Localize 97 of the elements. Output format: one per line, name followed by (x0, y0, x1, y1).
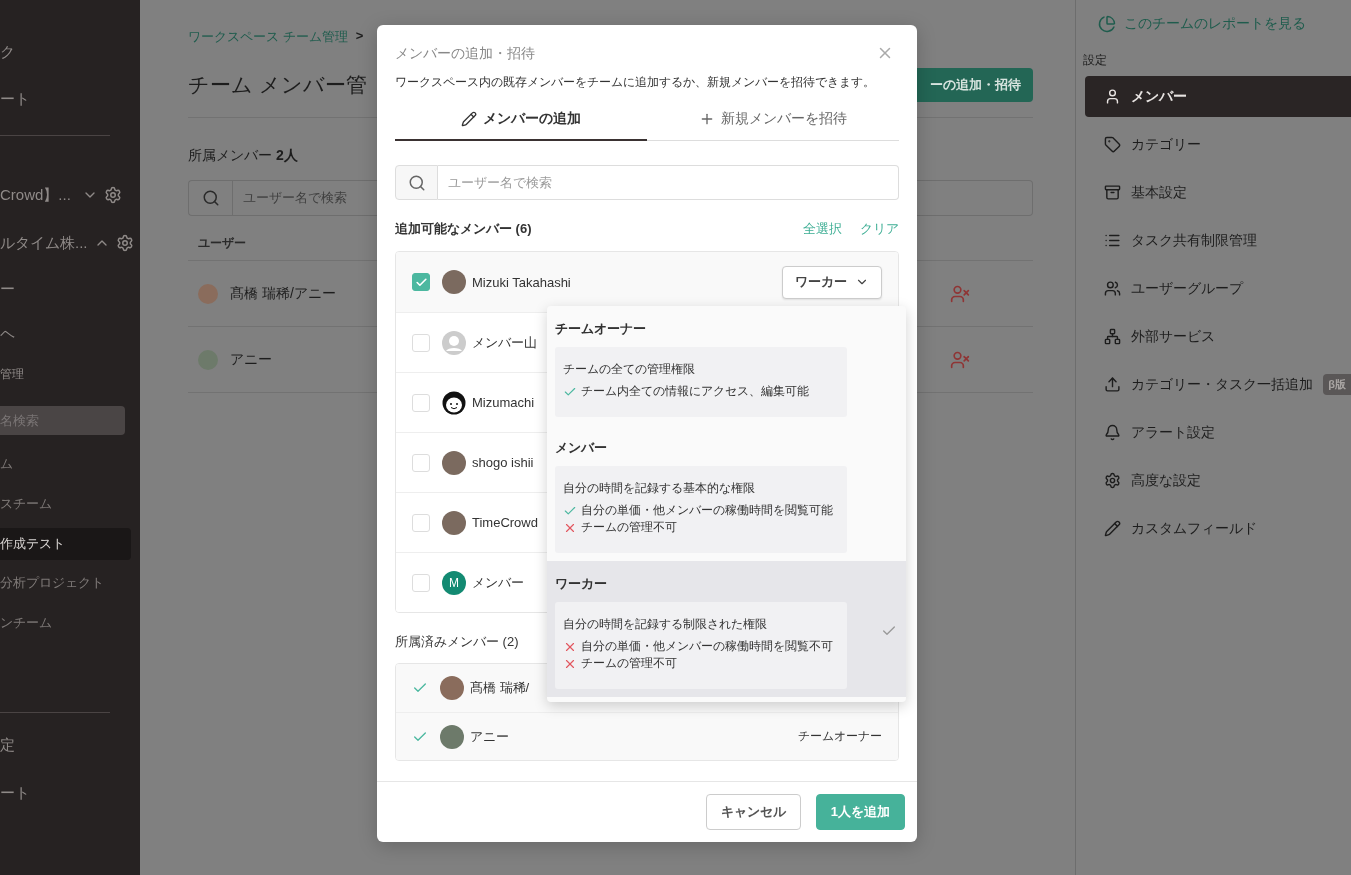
avatar-photo (440, 724, 464, 749)
role-select[interactable]: ワーカー (782, 265, 882, 299)
sidebar-link[interactable]: ク (0, 36, 140, 68)
role-option[interactable]: チームオーナー チームの全ての管理権限 チーム内全ての情報にアクセス、編集可能 (547, 306, 906, 425)
user-icon (1104, 88, 1121, 105)
member-name: shogo ishii (472, 455, 534, 470)
avatar-photo (198, 283, 218, 304)
project-item[interactable]: 分析プロジェクト (0, 567, 131, 599)
team-name[interactable]: Crowd】... (0, 185, 76, 205)
role-option[interactable]: ワーカー 自分の時間を記録する制限された権限 自分の単価・他メンバーの稼働時間を閲覧不可 チームの管理不可 (547, 561, 906, 697)
default-avatar-icon (442, 330, 466, 355)
role-title: ワーカー (555, 575, 608, 593)
member-name: メンバー山 (472, 333, 537, 352)
dialog-description: ワークスペース内の既存メンバーをチームに追加するか、新規メンバーを招待できます。 (395, 74, 876, 91)
member-name: 髙橋 瑞稀/ (470, 679, 530, 697)
role-title: メンバー (555, 439, 608, 457)
page-title: チーム メンバー管 (188, 72, 368, 98)
tag-icon (1104, 136, 1121, 153)
tree-icon (1104, 328, 1121, 345)
list-icon (1104, 232, 1121, 249)
check-icon (414, 275, 428, 289)
tab[interactable]: 新規メンバーを招待 (647, 99, 899, 141)
avatar-initial: M (442, 570, 466, 595)
settings-nav-item[interactable]: ユーザーグループ (1085, 268, 1351, 309)
member-name: Mizuki Takahashi (472, 274, 571, 290)
pencil-icon (461, 111, 477, 127)
remove-user-icon[interactable] (950, 349, 970, 370)
role-title: チームオーナー (555, 320, 647, 338)
section-heading: 追加可能なメンバー (6) (395, 220, 532, 238)
remove-user-icon[interactable] (950, 283, 970, 304)
member-name: TimeCrowd (472, 515, 538, 530)
settings-nav-item[interactable]: カテゴリー・タスク一括追加 β版 (1085, 364, 1351, 405)
member-name: Mizumachi (472, 395, 535, 410)
sidebar-link[interactable]: ヘ (0, 318, 140, 350)
permission-text: 自分の単価・他メンバーの稼働時間を閲覧不可 (581, 638, 833, 655)
permission-text: チームの管理不可 (581, 655, 677, 672)
settings-icon[interactable] (115, 234, 134, 252)
sidebar-link[interactable]: 定 (0, 729, 140, 761)
checkbox[interactable] (412, 273, 430, 291)
project-item[interactable]: 作成テスト (0, 528, 131, 560)
upload-icon (1104, 376, 1121, 393)
search-icon (201, 189, 220, 207)
sidebar-link[interactable]: 管理 (0, 358, 140, 390)
project-item[interactable]: スチーム (0, 488, 131, 520)
sidebar-link[interactable]: ー (0, 273, 140, 305)
role-summary: 自分の時間を記録する基本的な権限 (563, 480, 756, 497)
select-all-link[interactable]: 全選択 (803, 220, 842, 238)
settings-nav-item[interactable]: アラート設定 (1085, 412, 1351, 453)
cartoon-face-icon (442, 390, 466, 415)
clear-link[interactable]: クリア (860, 220, 899, 238)
pencil-icon (1104, 520, 1121, 537)
user-name: アニー (230, 350, 272, 369)
settings-nav-item[interactable]: 外部サービス (1085, 316, 1351, 357)
member-role: チームオーナー (798, 728, 882, 745)
section-heading: 所属済みメンバー (2) (395, 633, 519, 651)
pie-chart-icon (1098, 15, 1116, 33)
role-summary: 自分の時間を記録する制限された権限 (563, 616, 768, 633)
column-header: ユーザー (197, 235, 247, 252)
dialog-title: メンバーの追加・招待 (395, 44, 535, 63)
settings-icon[interactable] (104, 186, 122, 204)
settings-nav-item[interactable]: タスク共有制限管理 (1085, 220, 1351, 261)
beta-badge: β版 (1323, 374, 1351, 395)
settings-nav-item[interactable]: メンバー (1085, 76, 1351, 117)
section-label: 設定 (1083, 52, 1108, 69)
settings-nav-item[interactable]: 高度な設定 (1085, 460, 1351, 501)
avatar-photo (442, 270, 466, 294)
member-count: 所属メンバー 2人 (188, 147, 299, 165)
project-item[interactable]: ンチーム (0, 607, 131, 639)
tab[interactable]: メンバーの追加 (395, 99, 647, 141)
team-name[interactable]: ルタイム株... (0, 233, 88, 253)
role-option[interactable]: メンバー 自分の時間を記録する基本的な権限 自分の単価・他メンバーの稼働時間を閲覧可能 チームの管理不可 (547, 425, 906, 561)
box-icon (1104, 184, 1121, 201)
permission-text: チーム内全ての情報にアクセス、編集可能 (581, 383, 809, 400)
sidebar-link[interactable]: ート (0, 777, 140, 809)
member-name: メンバー (472, 573, 524, 592)
breadcrumb-separator: > (355, 28, 364, 45)
add-button[interactable]: 1人を追加 (815, 794, 905, 830)
bell-icon (1104, 424, 1121, 441)
plus-icon (699, 111, 715, 127)
users-icon (1104, 280, 1121, 297)
role-summary: チームの全ての管理権限 (563, 361, 696, 378)
settings-nav-item[interactable]: カテゴリー (1085, 124, 1351, 165)
permission-text: チームの管理不可 (581, 519, 677, 536)
add-member-button[interactable]: ーの追加・招待 (917, 68, 1033, 102)
user-name: 髙橋 瑞稀/アニー (230, 284, 336, 303)
settings-nav-item[interactable]: カスタムフィールド (1085, 508, 1351, 549)
cancel-button[interactable]: キャンセル (705, 794, 801, 830)
permission-text: 自分の単価・他メンバーの稼働時間を閲覧可能 (581, 502, 833, 519)
settings-nav-item[interactable]: 基本設定 (1085, 172, 1351, 213)
project-item[interactable]: ム (0, 448, 131, 480)
gear-icon (1104, 472, 1121, 489)
avatar-photo (442, 450, 466, 475)
search-icon[interactable] (395, 165, 438, 200)
member-name: アニー (470, 727, 509, 746)
avatar-photo (440, 676, 464, 700)
avatar-photo (442, 510, 466, 535)
sidebar-link[interactable]: ート (0, 83, 140, 115)
